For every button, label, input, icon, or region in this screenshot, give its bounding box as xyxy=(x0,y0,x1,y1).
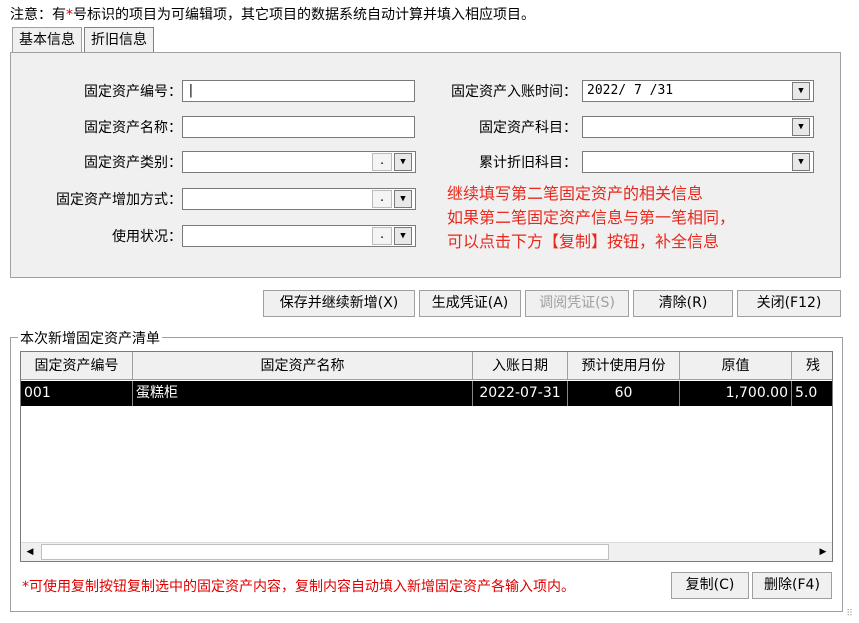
asset-name-label: 固定资产名称： xyxy=(84,120,182,136)
tab-depreciation-info[interactable]: 折旧信息 xyxy=(84,27,154,52)
cell-months: 60 xyxy=(568,381,680,406)
scrollbar-thumb[interactable] xyxy=(41,544,609,560)
asset-name-input[interactable] xyxy=(182,116,415,138)
copy-button[interactable]: 复制(C) xyxy=(671,572,749,599)
asset-code-input[interactable]: | xyxy=(182,80,415,102)
hint-line-1: 继续填写第二笔固定资产的相关信息 xyxy=(447,184,704,203)
tab-basic-info[interactable]: 基本信息 xyxy=(12,27,82,52)
col-residual[interactable]: 残 xyxy=(792,352,832,380)
col-original-value[interactable]: 原值 xyxy=(680,352,792,380)
assets-table[interactable]: 固定资产编号 固定资产名称 入账日期 预计使用月份 原值 残 001 蛋糕柜 2… xyxy=(20,351,833,562)
chevron-down-icon[interactable]: ▼ xyxy=(792,82,810,100)
chevron-down-icon[interactable]: ▼ xyxy=(792,118,810,136)
close-button[interactable]: 关闭(F12) xyxy=(737,290,841,317)
horizontal-scrollbar[interactable]: ◀ ▶ xyxy=(21,542,832,561)
delete-button[interactable]: 删除(F4) xyxy=(752,572,832,599)
asset-category-label: 固定资产类别： xyxy=(84,155,182,171)
tab-bar: 基本信息 折旧信息 xyxy=(12,27,156,53)
cell-code: 001 xyxy=(21,381,133,406)
asset-code-label: 固定资产编号： xyxy=(84,84,182,100)
save-continue-button[interactable]: 保存并继续新增(X) xyxy=(263,290,415,317)
resize-grip-icon[interactable]: ⠿ xyxy=(846,609,853,619)
chevron-down-icon[interactable]: ▼ xyxy=(792,153,810,171)
hint-line-3: 可以点击下方【复制】按钮，补全信息 xyxy=(447,232,720,251)
usage-status-lookup-button[interactable]: . xyxy=(372,227,392,245)
scroll-left-icon[interactable]: ◀ xyxy=(21,543,39,561)
entry-date-label: 固定资产入账时间： xyxy=(451,84,577,100)
entry-date-picker[interactable]: 2022/ 7 /31 ▼ xyxy=(582,80,814,102)
add-method-select[interactable]: . ▼ xyxy=(182,188,416,210)
col-entry-date[interactable]: 入账日期 xyxy=(473,352,568,380)
table-row[interactable]: 001 蛋糕柜 2022-07-31 60 1,700.00 5.0 xyxy=(21,381,832,406)
depreciation-subject-label: 累计折旧科目： xyxy=(479,155,577,171)
hint-line-2: 如果第二笔固定资产信息与第一笔相同， xyxy=(447,208,736,227)
cell-residual: 5.0 xyxy=(795,385,818,401)
new-assets-title: 本次新增固定资产清单 xyxy=(18,328,162,348)
add-method-lookup-button[interactable]: . xyxy=(372,190,392,208)
required-star: * xyxy=(66,7,73,23)
cell-name: 蛋糕柜 xyxy=(133,381,473,406)
chevron-down-icon[interactable]: ▼ xyxy=(394,227,412,245)
col-expected-months[interactable]: 预计使用月份 xyxy=(568,352,680,380)
generate-voucher-button[interactable]: 生成凭证(A) xyxy=(419,290,521,317)
view-voucher-button[interactable]: 调阅凭证(S) xyxy=(525,290,629,317)
scroll-right-icon[interactable]: ▶ xyxy=(814,543,832,561)
table-header: 固定资产编号 固定资产名称 入账日期 预计使用月份 原值 残 xyxy=(21,352,832,380)
asset-subject-select[interactable]: ▼ xyxy=(582,116,814,138)
add-method-label: 固定资产增加方式： xyxy=(56,192,182,208)
copy-footnote: *可使用复制按钮复制选中的固定资产内容，复制内容自动填入新增固定资产各输入项内。 xyxy=(22,579,575,595)
usage-status-label: 使用状况： xyxy=(112,229,182,245)
asset-category-select[interactable]: . ▼ xyxy=(182,151,416,173)
depreciation-subject-select[interactable]: ▼ xyxy=(582,151,814,173)
form-panel: 固定资产编号： | 固定资产名称： 固定资产类别： . ▼ 固定资产增加方式： … xyxy=(10,52,841,278)
usage-status-select[interactable]: . ▼ xyxy=(182,225,416,247)
notice-text: 注意：有*号标识的项目为可编辑项，其它项目的数据系统自动计算并填入相应项目。 xyxy=(10,7,535,23)
chevron-down-icon[interactable]: ▼ xyxy=(394,190,412,208)
category-lookup-button[interactable]: . xyxy=(372,153,392,171)
asset-subject-label: 固定资产科目： xyxy=(479,120,577,136)
clear-button[interactable]: 清除(R) xyxy=(633,290,733,317)
cell-value: 1,700.00 xyxy=(680,381,792,406)
col-asset-code[interactable]: 固定资产编号 xyxy=(21,352,133,380)
chevron-down-icon[interactable]: ▼ xyxy=(394,153,412,171)
cell-date: 2022-07-31 xyxy=(473,381,568,406)
col-asset-name[interactable]: 固定资产名称 xyxy=(133,352,473,380)
